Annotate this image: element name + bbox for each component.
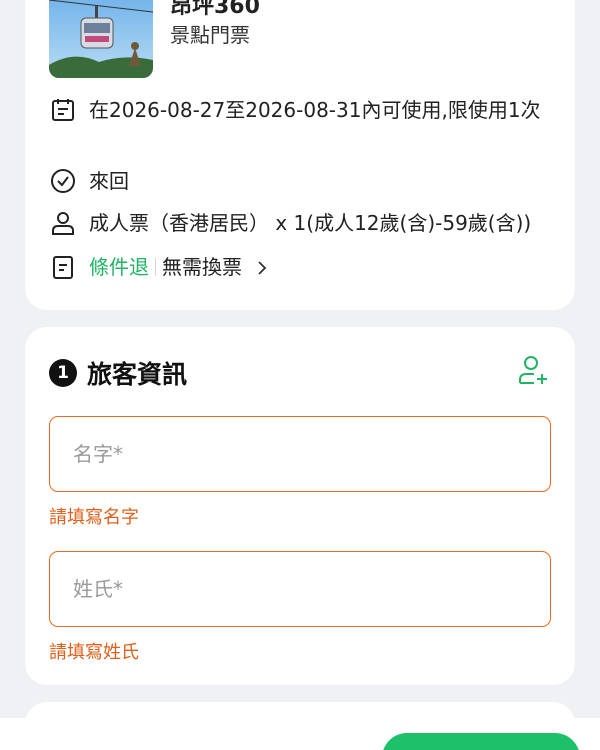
check-circle-icon	[49, 167, 77, 195]
last-name-input[interactable]	[73, 577, 550, 601]
booking-summary-card: 昂坪360 景點門票 在2026-08-27至2026-08-31內可使用,限使…	[25, 0, 575, 310]
trip-type-text: 來回	[89, 169, 129, 193]
product-thumbnail	[49, 0, 153, 78]
chevron-right-icon[interactable]	[256, 255, 268, 283]
calendar-icon	[49, 96, 77, 124]
first-name-input[interactable]	[73, 442, 550, 466]
ticket-text: 成人票（香港居民） x 1(成人12歲(含)-59歲(含))	[89, 211, 532, 235]
refund-policy-label: 條件退	[89, 255, 149, 279]
last-name-error: 請填寫姓氏	[49, 642, 139, 663]
person-icon	[49, 209, 77, 237]
product-title: 昂坪360	[170, 0, 260, 19]
first-name-error: 請填寫名字	[49, 507, 139, 528]
ticket-row: 成人票（香港居民） x 1(成人12歲(含)-59歲(含))	[49, 209, 555, 237]
add-person-icon[interactable]	[517, 353, 551, 387]
policy-row[interactable]: 條件退 無需換票	[49, 253, 555, 283]
traveler-info-card: 1 旅客資訊 請填寫名字 請填寫姓氏	[25, 327, 575, 685]
submit-button[interactable]	[382, 733, 580, 750]
exchange-info-label: 無需換票	[162, 255, 242, 279]
validity-text: 在2026-08-27至2026-08-31內可使用,限使用1次	[89, 98, 541, 122]
product-type-label: 景點門票	[170, 23, 250, 47]
trip-type-row: 來回	[49, 167, 555, 195]
document-icon	[49, 253, 77, 281]
section-title: 旅客資訊	[87, 360, 188, 389]
step-number-badge: 1	[49, 359, 77, 387]
section-header: 1 旅客資訊	[49, 355, 187, 391]
validity-row: 在2026-08-27至2026-08-31內可使用,限使用1次	[49, 96, 555, 124]
last-name-field[interactable]	[49, 551, 551, 627]
first-name-field[interactable]	[49, 416, 551, 492]
divider	[155, 258, 156, 276]
